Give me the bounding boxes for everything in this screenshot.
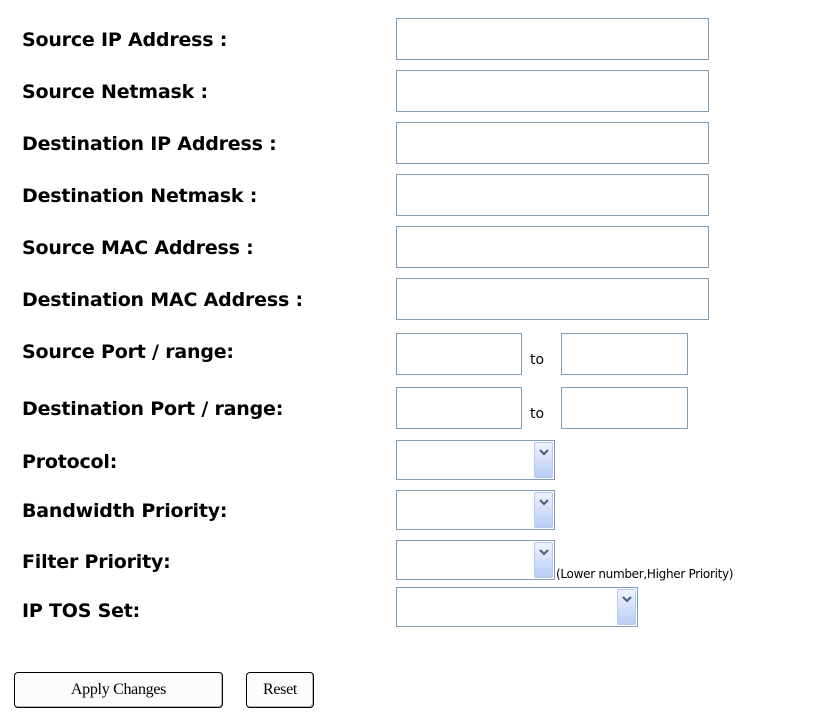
- source-netmask-label: Source Netmask :: [22, 81, 208, 103]
- bandwidth-priority-select[interactable]: [396, 490, 555, 530]
- source-netmask-input[interactable]: [396, 70, 709, 112]
- destination-port-to-input[interactable]: [561, 387, 688, 429]
- filter-priority-select[interactable]: [396, 540, 555, 580]
- source-ip-label: Source IP Address :: [22, 29, 228, 51]
- destination-ip-label: Destination IP Address :: [22, 133, 277, 155]
- source-port-label: Source Port / range:: [22, 341, 234, 363]
- destination-mac-label: Destination MAC Address :: [22, 289, 303, 311]
- protocol-label: Protocol:: [22, 451, 118, 473]
- protocol-select[interactable]: [396, 440, 555, 480]
- destination-netmask-label: Destination Netmask :: [22, 185, 258, 207]
- destination-ip-input[interactable]: [396, 122, 709, 164]
- destination-port-from-input[interactable]: [396, 387, 522, 429]
- chevron-down-icon[interactable]: [534, 492, 553, 528]
- source-port-to-input[interactable]: [561, 333, 688, 375]
- ip-tos-select[interactable]: [396, 587, 638, 627]
- bandwidth-priority-label: Bandwidth Priority:: [22, 500, 228, 522]
- source-mac-input[interactable]: [396, 226, 709, 268]
- destination-netmask-input[interactable]: [396, 174, 709, 216]
- chevron-down-icon[interactable]: [534, 542, 553, 578]
- source-port-separator: to: [530, 352, 545, 368]
- filter-priority-label: Filter Priority:: [22, 551, 171, 573]
- reset-button[interactable]: Reset: [246, 672, 314, 708]
- destination-port-separator: to: [530, 406, 545, 422]
- source-mac-label: Source MAC Address :: [22, 237, 254, 259]
- source-ip-input[interactable]: [396, 18, 709, 60]
- chevron-down-icon[interactable]: [534, 442, 553, 478]
- destination-mac-input[interactable]: [396, 278, 709, 320]
- chevron-down-icon[interactable]: [617, 589, 636, 625]
- source-port-from-input[interactable]: [396, 333, 522, 375]
- filter-priority-note: (Lower number,Higher Priority): [556, 567, 734, 581]
- apply-changes-button[interactable]: Apply Changes: [14, 672, 223, 708]
- ip-tos-label: IP TOS Set:: [22, 600, 141, 622]
- destination-port-label: Destination Port / range:: [22, 398, 284, 420]
